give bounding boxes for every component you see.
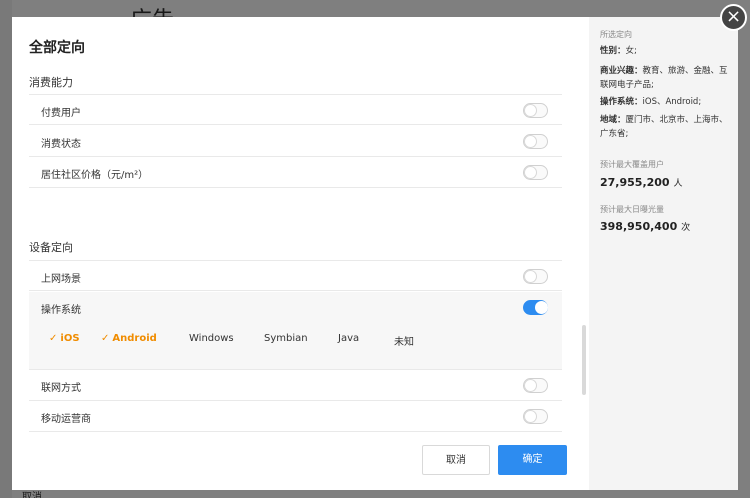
reach-label: 预计最大覆盖用户 [600, 160, 664, 169]
row-mobile-carrier[interactable]: 移动运营商 [29, 401, 562, 432]
targeting-modal: 全部定向 消费能力 付费用户 消费状态 居住社区价格（元/m²） 设备定向 上网… [12, 17, 738, 490]
toggle-switch[interactable] [523, 103, 548, 118]
section-title-device: 设备定向 [29, 241, 73, 254]
row-paid-user[interactable]: 付费用户 [29, 94, 562, 125]
scrollbar-thumb[interactable] [582, 325, 586, 395]
reach-unit: 人 [673, 179, 683, 189]
row-label: 操作系统 [41, 305, 81, 316]
os-option-label: Symbian [264, 333, 308, 344]
toggle-knob [524, 270, 537, 283]
os-options: ✓ iOS ✓ Android Windows Symbian Java 未知 [49, 333, 434, 348]
toggle-switch-on[interactable] [523, 300, 548, 315]
row-consumption-status[interactable]: 消费状态 [29, 126, 562, 157]
os-option-windows[interactable]: Windows [189, 333, 264, 348]
row-label: 消费状态 [41, 139, 81, 150]
os-option-symbian[interactable]: Symbian [264, 333, 338, 348]
exposure-value: 398,950,400 次 [600, 220, 690, 233]
toggle-knob [535, 301, 548, 314]
exposure-unit: 次 [681, 223, 691, 233]
summary-heading: 所选定向 [600, 30, 632, 39]
toggle-knob [524, 410, 537, 423]
row-net-scene[interactable]: 上网场景 [29, 260, 562, 291]
exposure-label: 预计最大日曝光量 [600, 205, 664, 214]
toggle-switch[interactable] [523, 378, 548, 393]
targeting-scroll-area[interactable]: 消费能力 付费用户 消费状态 居住社区价格（元/m²） 设备定向 上网场景 操作… [12, 62, 602, 444]
row-label: 联网方式 [41, 383, 81, 394]
summary-key: 商业兴趣： [600, 66, 643, 76]
toggle-switch[interactable] [523, 269, 548, 284]
modal-title: 全部定向 [29, 40, 85, 56]
summary-key: 操作系统： [600, 97, 643, 107]
row-label: 移动运营商 [41, 414, 91, 425]
reach-value: 27,955,200 人 [600, 176, 682, 189]
summary-item-os: 操作系统：iOS、Android; [600, 95, 728, 109]
cancel-button[interactable]: 取消 [422, 445, 490, 475]
summary-item-region: 地域：厦门市、北京市、上海市、广东省; [600, 113, 728, 141]
os-option-label: iOS [60, 333, 80, 344]
toggle-switch[interactable] [523, 134, 548, 149]
reach-number: 27,955,200 [600, 176, 670, 189]
section-title-consumption: 消费能力 [29, 76, 73, 89]
confirm-button[interactable]: 确定 [498, 445, 567, 475]
summary-panel: 所选定向 性别：女; 商业兴趣：教育、旅游、金融、互联网电子产品; 操作系统：i… [589, 17, 738, 490]
os-option-label: Java [338, 333, 360, 344]
summary-item-gender: 性别：女; [600, 44, 728, 58]
os-option-java[interactable]: Java [338, 333, 394, 348]
toggle-knob [524, 135, 537, 148]
row-community-price[interactable]: 居住社区价格（元/m²） [29, 157, 562, 188]
check-icon: ✓ [49, 333, 58, 344]
toggle-knob [524, 104, 537, 117]
row-label: 付费用户 [41, 108, 81, 119]
row-os-expanded: 操作系统 ✓ iOS ✓ Android Windows Symbian Java … [29, 292, 562, 370]
os-option-label: Windows [189, 333, 234, 344]
summary-key: 性别： [600, 46, 626, 56]
os-option-android[interactable]: ✓ Android [101, 333, 189, 348]
toggle-knob [524, 379, 537, 392]
close-icon[interactable]: × [720, 4, 747, 31]
os-option-label: 未知 [394, 337, 414, 348]
summary-key: 地域： [600, 115, 626, 125]
toggle-switch[interactable] [523, 165, 548, 180]
summary-value: 女; [625, 46, 637, 56]
summary-item-interest: 商业兴趣：教育、旅游、金融、互联网电子产品; [600, 64, 728, 92]
row-network-type[interactable]: 联网方式 [29, 370, 562, 401]
summary-value: iOS、Android; [642, 97, 702, 107]
exposure-number: 398,950,400 [600, 220, 678, 233]
row-label: 居住社区价格（元/m²） [41, 170, 149, 181]
os-option-label: Android [112, 333, 157, 344]
toggle-knob [524, 166, 537, 179]
os-option-ios[interactable]: ✓ iOS [49, 333, 101, 348]
os-option-unknown[interactable]: 未知 [394, 333, 434, 348]
row-label: 上网场景 [41, 274, 81, 285]
check-icon: ✓ [101, 333, 110, 344]
toggle-switch[interactable] [523, 409, 548, 424]
